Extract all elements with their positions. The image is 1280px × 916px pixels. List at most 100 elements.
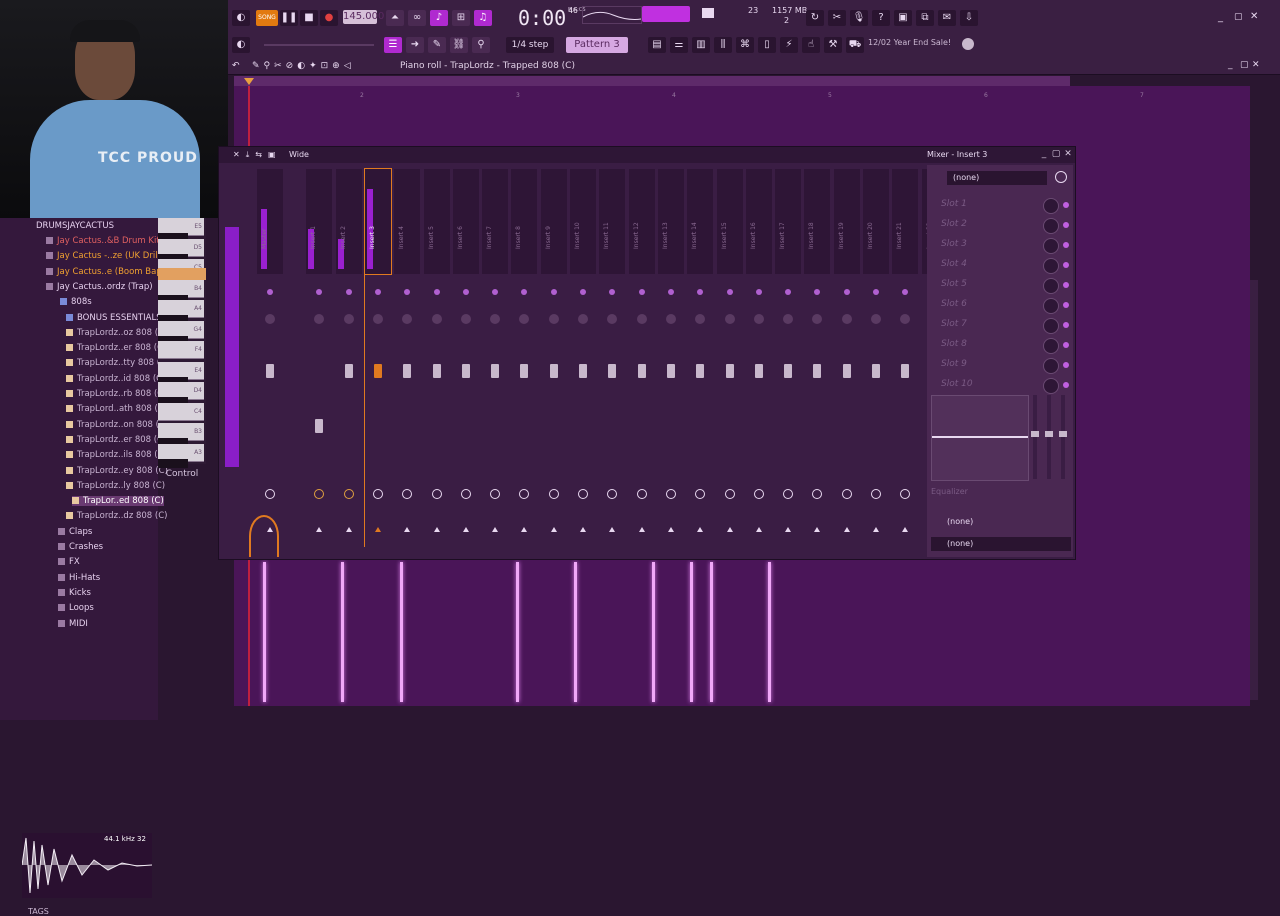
route-switch[interactable] xyxy=(265,489,275,499)
vertical-scrollbar[interactable] xyxy=(1250,280,1258,700)
pan-knob[interactable] xyxy=(665,314,676,324)
browser-item[interactable]: TrapLordz..on 808 (C) xyxy=(66,420,168,430)
browser-item[interactable]: Jay Cactus..e (Boom Bap) xyxy=(46,267,165,277)
piano-keyboard[interactable]: E5D5C5B4A4G4F4E4D4C4B3A3 xyxy=(158,218,206,468)
strip-mute-led[interactable] xyxy=(521,289,528,295)
browser-item[interactable]: TrapLordz..ly 808 (C) xyxy=(66,481,165,491)
pan-knob[interactable] xyxy=(402,314,413,324)
mixer-maximize-icon[interactable]: ▢ xyxy=(1051,149,1061,159)
velocity-bar[interactable] xyxy=(768,562,771,702)
mixer-strip[interactable]: Insert 8 xyxy=(511,169,538,539)
playlist-view-icon[interactable]: ▤ xyxy=(648,37,666,53)
mixer-strip[interactable]: Insert 13 xyxy=(657,169,684,539)
strip-mute-led[interactable] xyxy=(843,289,850,295)
effect-slot[interactable]: Slot 2 xyxy=(941,219,967,229)
route-switch[interactable] xyxy=(900,489,911,499)
mixer-strip[interactable]: Insert 19 xyxy=(833,169,860,539)
slot-enable-led[interactable] xyxy=(1063,242,1069,248)
mixer-strip[interactable]: Insert 2 xyxy=(335,169,362,539)
save-icon[interactable]: ▣ xyxy=(894,10,912,26)
volume-fader[interactable] xyxy=(725,364,734,378)
mixer-strip[interactable]: Insert 16 xyxy=(745,169,772,539)
send-arrow-icon[interactable] xyxy=(667,527,674,532)
mixer-strip[interactable]: Insert 5 xyxy=(423,169,450,539)
send-arrow-icon[interactable] xyxy=(550,527,557,532)
pan-knob[interactable] xyxy=(265,314,275,324)
strip-mute-led[interactable] xyxy=(902,289,909,295)
velocity-bar[interactable] xyxy=(263,562,266,702)
menu-icon[interactable]: ◐ xyxy=(232,10,250,26)
pan-knob[interactable] xyxy=(695,314,706,324)
mixer-strip[interactable]: Insert 11 xyxy=(599,169,626,539)
mixer-strip[interactable]: Insert 10 xyxy=(570,169,596,539)
mixer-strip[interactable]: Insert 20 xyxy=(863,169,889,539)
browser-item[interactable]: TrapLordz..id 808 (C) xyxy=(66,374,165,384)
mixer-minimize-icon[interactable]: _ xyxy=(1039,149,1049,159)
output-selector[interactable]: (none) xyxy=(931,537,1071,551)
pan-knob[interactable] xyxy=(314,314,325,324)
pan-knob[interactable] xyxy=(490,314,501,324)
blend-notes-icon[interactable]: ♫ xyxy=(474,10,492,26)
tools-icon[interactable]: ⚒ xyxy=(824,37,842,53)
mixer-strip[interactable]: Insert 12 xyxy=(628,169,655,539)
strip-mute-led[interactable] xyxy=(785,289,792,295)
timeline-ruler[interactable] xyxy=(234,76,1070,86)
pan-knob[interactable] xyxy=(812,314,823,324)
send-arrow-icon[interactable] xyxy=(638,527,645,532)
send-arrow-icon[interactable] xyxy=(755,527,762,532)
mixer-strip[interactable]: Insert 17 xyxy=(775,169,802,539)
effect-slot[interactable]: Slot 1 xyxy=(941,199,967,209)
velocity-bar[interactable] xyxy=(652,562,655,702)
browser-item[interactable]: Hi-Hats xyxy=(58,573,100,583)
route-switch[interactable] xyxy=(314,489,325,499)
plug-icon[interactable]: ⚡ xyxy=(780,37,798,53)
mixer-close-icon[interactable]: ✕ xyxy=(1063,149,1073,159)
browser-item[interactable]: BONUS ESSENTIALS xyxy=(66,313,162,323)
touch-icon[interactable]: ☝ xyxy=(802,37,820,53)
strip-mute-led[interactable] xyxy=(667,289,674,295)
refresh-icon[interactable]: ↻ xyxy=(806,10,824,26)
route-switch[interactable] xyxy=(343,489,354,499)
slot-mix-knob[interactable] xyxy=(1043,218,1059,234)
pan-knob[interactable] xyxy=(607,314,618,324)
slot-mix-knob[interactable] xyxy=(1043,298,1059,314)
browser-item[interactable]: TrapLordz..ils 808 (C) xyxy=(66,450,167,460)
browser-item[interactable]: TrapLordz..er 808 (C) xyxy=(66,435,166,445)
browser-item[interactable]: 808s xyxy=(60,297,92,307)
piano-close-icon[interactable]: ✕ xyxy=(1252,60,1260,70)
browser-item[interactable]: TrapLordz..dz 808 (C) xyxy=(66,511,168,521)
close-icon[interactable]: ✕ xyxy=(1250,11,1258,22)
strip-mute-led[interactable] xyxy=(433,289,440,295)
browser-item[interactable]: Jay Cactus -..ze (UK Drill) xyxy=(46,251,163,261)
slot-enable-led[interactable] xyxy=(1063,382,1069,388)
cut-icon[interactable]: ✂ xyxy=(828,10,846,26)
account-icon[interactable] xyxy=(962,38,974,50)
help-icon[interactable]: ? xyxy=(872,10,890,26)
minimize-icon[interactable]: _ xyxy=(1218,12,1223,23)
volume-fader[interactable] xyxy=(754,364,763,378)
browser-item[interactable]: Kicks xyxy=(58,588,91,598)
browser-item[interactable]: Jay Cactus..&B Drum Kit) xyxy=(46,236,163,246)
pattern-selector[interactable]: Pattern 3 xyxy=(566,37,628,53)
pan-knob[interactable] xyxy=(841,314,852,324)
browser-root[interactable]: DRUMSJAYCACTUS xyxy=(36,221,114,231)
strip-mute-led[interactable] xyxy=(462,289,469,295)
pan-knob[interactable] xyxy=(753,314,764,324)
send-arrow-icon[interactable] xyxy=(873,527,879,532)
volume-fader[interactable] xyxy=(637,364,646,378)
mixer-icon[interactable]: ⫼ xyxy=(714,37,732,53)
browser-item[interactable]: TrapLor..ed 808 (C) xyxy=(72,496,164,507)
pan-knob[interactable] xyxy=(724,314,735,324)
stamp-icon[interactable]: ⚲ xyxy=(472,37,490,53)
velocity-bar[interactable] xyxy=(400,562,403,702)
velocity-bar[interactable] xyxy=(710,562,713,702)
send-arrow-icon[interactable] xyxy=(521,527,528,532)
mixer-strip[interactable]: Insert 9 xyxy=(540,169,567,539)
route-switch[interactable] xyxy=(841,489,852,499)
record-button[interactable]: ● xyxy=(320,10,338,26)
send-arrow-icon[interactable] xyxy=(843,527,850,532)
plugin-icon[interactable]: ⧉ xyxy=(916,10,934,26)
mixer-view-icons[interactable]: ✕⤓⇆▣ xyxy=(233,150,282,160)
volume-fader[interactable] xyxy=(344,364,353,378)
route-switch[interactable] xyxy=(665,489,676,499)
